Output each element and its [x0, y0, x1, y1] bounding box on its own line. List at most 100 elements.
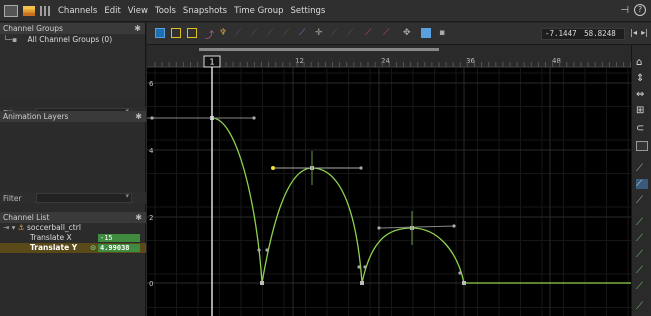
weighted-tangent-icon[interactable]: ⟋	[365, 28, 375, 38]
tangent-point[interactable]	[377, 226, 381, 230]
filter-label-2: Filter	[3, 193, 22, 203]
channel-list-gear-icon[interactable]: ✱	[135, 212, 142, 223]
left-panel: Channel Groups ✱ └─▪ All Channel Groups …	[0, 23, 146, 316]
curve-display-icon[interactable]	[636, 141, 648, 151]
keyframe[interactable]	[360, 281, 364, 285]
menu-settings[interactable]: Settings	[290, 6, 325, 16]
tangent-point[interactable]	[357, 265, 361, 269]
tangent-green-1-icon[interactable]: ⟋	[636, 217, 648, 228]
object-icon: ⚓	[17, 223, 25, 232]
frame-horizontal-icon[interactable]: ⇔	[636, 89, 648, 100]
frame-vertical-icon[interactable]: ⇕	[636, 73, 648, 84]
select-tool-icon[interactable]	[155, 28, 165, 38]
key-tool-icon[interactable]	[171, 28, 181, 38]
graph-editor[interactable]: 12 24 36 48 1 6 4 2 0	[147, 45, 631, 316]
right-toolbar: ⌂ ⇕ ⇔ ⊞ ⊂ ⟋ ⟋ ⟋ ⟋ ⟋ ⟋ ⟋ ⟋ ⟋	[631, 45, 651, 316]
insert-key-icon[interactable]	[187, 28, 197, 38]
channel-row-translate-y[interactable]: Translate Y ⊙ 4.99038	[0, 243, 146, 253]
graph-canvas[interactable]: 12 24 36 48 1 6420	[147, 45, 631, 316]
grid-icon[interactable]	[40, 5, 51, 16]
range-slider[interactable]	[199, 48, 439, 51]
channel-row-translate-x[interactable]: Translate X -15	[0, 233, 146, 243]
tangent-auto-icon[interactable]: ⟋	[299, 28, 309, 38]
stack-curves-icon[interactable]: ⟋	[636, 195, 648, 206]
selected-tangent-point[interactable]	[271, 166, 275, 170]
channel-list-header: Channel List ✱	[0, 212, 146, 223]
app-logo-icon[interactable]	[4, 4, 18, 17]
animation-layers-filter-input[interactable]	[36, 192, 132, 203]
menu-view[interactable]: View	[128, 6, 148, 16]
tangent-point[interactable]	[452, 224, 456, 228]
channel-groups-gear-icon[interactable]: ✱	[134, 23, 141, 34]
tangent-green-3-icon[interactable]: ⟋	[636, 249, 648, 260]
frame-all-icon-2[interactable]: ⊞	[636, 105, 648, 116]
home-icon[interactable]: ⌂	[636, 57, 648, 68]
menu-snapshots[interactable]: Snapshots	[183, 6, 227, 16]
menu-tools[interactable]: Tools	[155, 6, 176, 16]
channel-groups-header: Channel Groups ✱	[0, 23, 145, 34]
magnet-icon[interactable]: ♆	[219, 28, 229, 38]
animation-layers-gear-icon[interactable]: ✱	[135, 111, 142, 122]
stack-icon[interactable]	[23, 5, 35, 16]
tangent-green-6-icon[interactable]: ⟋	[636, 301, 648, 312]
menu-channels[interactable]: Channels	[58, 6, 97, 16]
tangent-green-4-icon[interactable]: ⟋	[636, 265, 648, 276]
tangent-point[interactable]	[359, 166, 363, 170]
tangent-point[interactable]	[150, 116, 154, 120]
coordinate-x: -7.1447	[545, 29, 577, 38]
keyframe[interactable]	[462, 281, 466, 285]
key-indicator-icon[interactable]: ⊙	[90, 243, 96, 253]
group-expand-icon[interactable]: └─▪	[3, 35, 17, 44]
tangent-point[interactable]	[265, 248, 269, 252]
tangent-unify-icon[interactable]: ⟋	[347, 28, 357, 38]
channel-value[interactable]: -15	[98, 234, 140, 242]
coordinate-readout: -7.1447 58.8248	[541, 28, 625, 40]
keyframe[interactable]	[260, 281, 264, 285]
next-key-icon[interactable]: ▸|	[641, 28, 648, 37]
tangent-point[interactable]	[257, 248, 261, 252]
tangent-green-5-icon[interactable]: ⟋	[636, 281, 648, 292]
animation-curve[interactable]	[211, 117, 631, 284]
value-tick-label: 6	[149, 80, 154, 88]
tangent-break-icon[interactable]: ⟋	[331, 28, 341, 38]
current-frame-label: 1	[209, 58, 214, 67]
channel-value-selected[interactable]: 4.99038	[98, 244, 140, 252]
channel-name: Translate X	[30, 233, 72, 242]
zoom-icon[interactable]: ⊂	[636, 123, 648, 134]
channel-group-label: All Channel Groups (0)	[27, 35, 113, 44]
help-icon[interactable]: ?	[634, 4, 646, 16]
frame-tick-label: 12	[295, 57, 304, 65]
tangent-linear-icon[interactable]: ⟋	[235, 28, 245, 38]
object-pin-icon[interactable]: ⇥ ▾	[3, 223, 15, 232]
lock-icon[interactable]: ▪	[439, 28, 449, 38]
tangent-flat-icon[interactable]: ⟋	[251, 28, 261, 38]
tangent-point[interactable]	[252, 116, 256, 120]
channel-group-row[interactable]: └─▪ All Channel Groups (0)	[0, 34, 145, 45]
channel-groups-list: └─▪ All Channel Groups (0) Filter	[0, 34, 146, 119]
tangent-point[interactable]	[458, 271, 462, 275]
pin-icon[interactable]: ⊣	[620, 5, 629, 16]
tangent-spline-icon[interactable]: ⟋	[283, 28, 293, 38]
tangent-point[interactable]	[363, 265, 367, 269]
tangent-green-2-icon[interactable]: ⟋	[636, 233, 648, 244]
snap-icon[interactable]	[421, 28, 431, 38]
normalize-icon[interactable]: ⟋	[636, 163, 648, 174]
object-row[interactable]: ⇥ ▾ ⚓ soccerball_ctrl	[0, 223, 146, 233]
free-tangent-icon[interactable]: ⟋	[383, 28, 393, 38]
coordinate-y: 58.8248	[584, 29, 616, 38]
value-tick-label: 0	[149, 280, 153, 288]
menu-bar: Channels Edit View Tools Snapshots Time …	[0, 0, 651, 22]
buffer-curve-icon[interactable]: ⟋	[636, 179, 648, 189]
curve-edit-icon[interactable]: ⤴	[205, 28, 215, 41]
animation-layers-filter: Filter	[0, 192, 146, 204]
channel-groups-title: Channel Groups	[3, 24, 63, 33]
tangent-step-icon[interactable]: ⟋	[267, 28, 277, 38]
menu-edit[interactable]: Edit	[104, 6, 120, 16]
tangent-plus-icon[interactable]: ✛	[315, 28, 325, 38]
channel-name-selected: Translate Y	[30, 243, 78, 252]
value-tick-label: 4	[149, 147, 154, 155]
frame-all-icon[interactable]: ✥	[403, 28, 413, 38]
value-tick-label: 2	[149, 214, 153, 222]
menu-time-group[interactable]: Time Group	[234, 6, 283, 16]
prev-key-icon[interactable]: |◂	[630, 28, 637, 37]
